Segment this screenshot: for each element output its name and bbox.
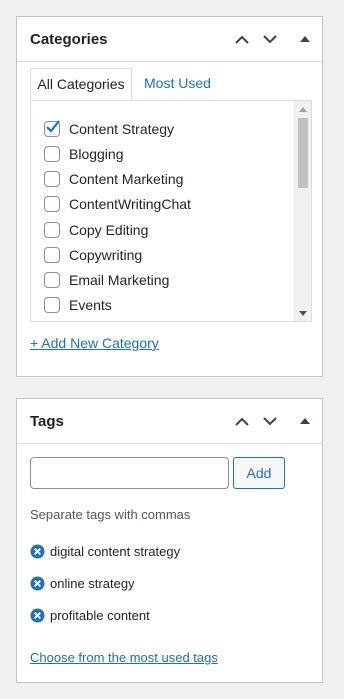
- tag-hint-text: Separate tags with commas: [30, 507, 191, 522]
- triangle-up-icon: [299, 106, 307, 112]
- category-tabs: All Categories Most Used: [30, 68, 312, 101]
- category-checkbox[interactable]: [44, 120, 60, 137]
- tag-item: digital content strategy: [30, 541, 180, 561]
- move-up-button[interactable]: [232, 29, 252, 49]
- tags-panel: Tags Add Separate tags with commas digit…: [16, 398, 323, 683]
- category-item[interactable]: Email Marketing: [44, 269, 169, 291]
- tag-item: online strategy: [30, 573, 135, 593]
- tags-panel-title: Tags: [30, 413, 64, 430]
- tag-label: online strategy: [50, 575, 135, 591]
- category-item[interactable]: Blogging: [44, 143, 124, 165]
- category-checkbox[interactable]: [44, 196, 60, 212]
- toggle-panel-button[interactable]: [295, 411, 315, 431]
- toggle-panel-button[interactable]: [295, 29, 315, 49]
- tags-panel-header: Tags: [17, 399, 322, 444]
- tag-item: profitable content: [30, 605, 150, 625]
- category-item[interactable]: Content Strategy: [44, 118, 174, 140]
- move-up-button[interactable]: [232, 411, 252, 431]
- checkmark-icon: [46, 120, 60, 133]
- category-item[interactable]: Content Marketing: [44, 168, 183, 190]
- triangle-up-icon: [300, 418, 310, 424]
- scrollbar-thumb[interactable]: [298, 118, 308, 188]
- categories-panel: Categories All Categories Most Used Cont…: [16, 16, 323, 377]
- category-label: Copy Editing: [69, 222, 149, 238]
- category-label: ContentWritingChat: [69, 196, 191, 212]
- move-down-button[interactable]: [260, 411, 280, 431]
- triangle-up-icon: [300, 36, 310, 42]
- chevron-down-icon: [263, 416, 277, 425]
- category-item[interactable]: Copy Editing: [44, 219, 148, 241]
- choose-most-used-tags-link[interactable]: Choose from the most used tags: [30, 650, 218, 665]
- triangle-down-icon: [299, 310, 307, 316]
- category-checkbox[interactable]: [44, 297, 60, 313]
- category-label: Email Marketing: [69, 272, 170, 288]
- tag-label: profitable content: [50, 607, 150, 623]
- tag-label: digital content strategy: [50, 543, 181, 559]
- category-label: Copywriting: [69, 247, 143, 263]
- category-checkbox[interactable]: [44, 146, 60, 162]
- tab-most-used[interactable]: Most Used: [144, 68, 211, 100]
- tab-all-categories[interactable]: All Categories: [30, 68, 132, 100]
- remove-circle-icon[interactable]: [30, 607, 45, 623]
- category-label: Content Strategy: [69, 121, 175, 137]
- category-item[interactable]: ContentWritingChat: [44, 193, 191, 215]
- scroll-up-button[interactable]: [295, 101, 311, 117]
- category-label: Events: [69, 297, 112, 313]
- category-scrollbar[interactable]: [294, 101, 311, 321]
- category-label: Content Marketing: [69, 171, 184, 187]
- chevron-up-icon: [235, 417, 249, 426]
- move-down-button[interactable]: [260, 29, 280, 49]
- add-tag-button[interactable]: Add: [233, 457, 285, 489]
- scroll-down-button[interactable]: [295, 305, 311, 321]
- category-item[interactable]: Copywriting: [44, 244, 142, 266]
- remove-circle-icon[interactable]: [30, 543, 45, 559]
- remove-circle-icon[interactable]: [30, 575, 45, 591]
- category-checklist: Content Strategy Blogging Content Market…: [30, 100, 312, 322]
- new-tag-input[interactable]: [30, 457, 229, 489]
- categories-panel-header: Categories: [17, 17, 322, 62]
- category-checkbox[interactable]: [44, 222, 60, 238]
- chevron-down-icon: [263, 34, 277, 43]
- category-checkbox[interactable]: [44, 171, 60, 187]
- add-new-category-link[interactable]: + Add New Category: [30, 335, 159, 351]
- category-checkbox[interactable]: [44, 247, 60, 263]
- category-checkbox[interactable]: [44, 272, 60, 288]
- chevron-up-icon: [235, 35, 249, 44]
- category-label: Blogging: [69, 146, 124, 162]
- categories-panel-title: Categories: [30, 31, 108, 48]
- category-item[interactable]: Events: [44, 294, 112, 316]
